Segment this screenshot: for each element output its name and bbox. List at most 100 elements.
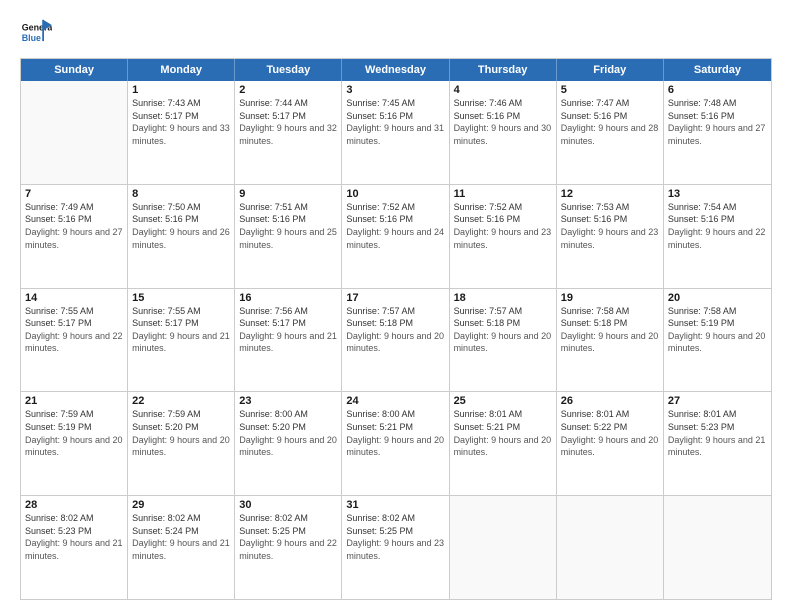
calendar-body: 1 Sunrise: 7:43 AMSunset: 5:17 PMDayligh… <box>21 81 771 599</box>
daylight-label: Daylight: 9 hours and 28 minutes. <box>561 123 659 146</box>
day-info: Sunrise: 8:00 AMSunset: 5:21 PMDaylight:… <box>346 408 444 458</box>
calendar-cell: 17 Sunrise: 7:57 AMSunset: 5:18 PMDaylig… <box>342 289 449 392</box>
day-number: 22 <box>132 395 230 407</box>
day-info: Sunrise: 7:44 AMSunset: 5:17 PMDaylight:… <box>239 97 337 147</box>
day-info: Sunrise: 7:59 AMSunset: 5:19 PMDaylight:… <box>25 408 123 458</box>
day-number: 30 <box>239 499 337 511</box>
day-number: 21 <box>25 395 123 407</box>
daylight-label: Daylight: 9 hours and 20 minutes. <box>668 331 766 354</box>
day-info: Sunrise: 8:02 AMSunset: 5:25 PMDaylight:… <box>239 512 337 562</box>
day-info: Sunrise: 7:45 AMSunset: 5:16 PMDaylight:… <box>346 97 444 147</box>
calendar-cell: 27 Sunrise: 8:01 AMSunset: 5:23 PMDaylig… <box>664 392 771 495</box>
day-info: Sunrise: 7:50 AMSunset: 5:16 PMDaylight:… <box>132 201 230 251</box>
day-number: 24 <box>346 395 444 407</box>
header-saturday: Saturday <box>664 59 771 81</box>
day-number: 19 <box>561 292 659 304</box>
day-info: Sunrise: 8:00 AMSunset: 5:20 PMDaylight:… <box>239 408 337 458</box>
calendar-cell: 10 Sunrise: 7:52 AMSunset: 5:16 PMDaylig… <box>342 185 449 288</box>
calendar-cell: 26 Sunrise: 8:01 AMSunset: 5:22 PMDaylig… <box>557 392 664 495</box>
svg-text:Blue: Blue <box>22 33 41 43</box>
calendar-cell: 25 Sunrise: 8:01 AMSunset: 5:21 PMDaylig… <box>450 392 557 495</box>
day-info: Sunrise: 7:57 AMSunset: 5:18 PMDaylight:… <box>454 305 552 355</box>
daylight-label: Daylight: 9 hours and 20 minutes. <box>454 435 552 458</box>
daylight-label: Daylight: 9 hours and 27 minutes. <box>668 123 766 146</box>
day-number: 15 <box>132 292 230 304</box>
daylight-label: Daylight: 9 hours and 21 minutes. <box>132 538 230 561</box>
day-info: Sunrise: 7:58 AMSunset: 5:18 PMDaylight:… <box>561 305 659 355</box>
calendar-cell: 8 Sunrise: 7:50 AMSunset: 5:16 PMDayligh… <box>128 185 235 288</box>
daylight-label: Daylight: 9 hours and 20 minutes. <box>346 331 444 354</box>
calendar-cell: 28 Sunrise: 8:02 AMSunset: 5:23 PMDaylig… <box>21 496 128 599</box>
day-number: 27 <box>668 395 767 407</box>
calendar-cell: 2 Sunrise: 7:44 AMSunset: 5:17 PMDayligh… <box>235 81 342 184</box>
calendar-cell: 5 Sunrise: 7:47 AMSunset: 5:16 PMDayligh… <box>557 81 664 184</box>
header-thursday: Thursday <box>450 59 557 81</box>
calendar-cell <box>557 496 664 599</box>
day-info: Sunrise: 7:46 AMSunset: 5:16 PMDaylight:… <box>454 97 552 147</box>
daylight-label: Daylight: 9 hours and 21 minutes. <box>25 538 123 561</box>
daylight-label: Daylight: 9 hours and 24 minutes. <box>346 227 444 250</box>
day-info: Sunrise: 7:54 AMSunset: 5:16 PMDaylight:… <box>668 201 767 251</box>
day-number: 17 <box>346 292 444 304</box>
day-info: Sunrise: 7:58 AMSunset: 5:19 PMDaylight:… <box>668 305 767 355</box>
calendar-cell <box>450 496 557 599</box>
header-wednesday: Wednesday <box>342 59 449 81</box>
day-info: Sunrise: 7:59 AMSunset: 5:20 PMDaylight:… <box>132 408 230 458</box>
calendar-cell: 19 Sunrise: 7:58 AMSunset: 5:18 PMDaylig… <box>557 289 664 392</box>
day-number: 10 <box>346 188 444 200</box>
daylight-label: Daylight: 9 hours and 22 minutes. <box>25 331 123 354</box>
day-number: 18 <box>454 292 552 304</box>
daylight-label: Daylight: 9 hours and 23 minutes. <box>454 227 552 250</box>
daylight-label: Daylight: 9 hours and 20 minutes. <box>346 435 444 458</box>
calendar-cell <box>664 496 771 599</box>
day-info: Sunrise: 7:57 AMSunset: 5:18 PMDaylight:… <box>346 305 444 355</box>
daylight-label: Daylight: 9 hours and 20 minutes. <box>25 435 123 458</box>
day-info: Sunrise: 8:01 AMSunset: 5:21 PMDaylight:… <box>454 408 552 458</box>
day-number: 9 <box>239 188 337 200</box>
header-sunday: Sunday <box>21 59 128 81</box>
day-number: 5 <box>561 84 659 96</box>
calendar-cell: 9 Sunrise: 7:51 AMSunset: 5:16 PMDayligh… <box>235 185 342 288</box>
calendar-cell: 3 Sunrise: 7:45 AMSunset: 5:16 PMDayligh… <box>342 81 449 184</box>
daylight-label: Daylight: 9 hours and 27 minutes. <box>25 227 123 250</box>
header-tuesday: Tuesday <box>235 59 342 81</box>
calendar-cell: 16 Sunrise: 7:56 AMSunset: 5:17 PMDaylig… <box>235 289 342 392</box>
day-info: Sunrise: 8:02 AMSunset: 5:23 PMDaylight:… <box>25 512 123 562</box>
calendar-cell: 6 Sunrise: 7:48 AMSunset: 5:16 PMDayligh… <box>664 81 771 184</box>
day-info: Sunrise: 7:55 AMSunset: 5:17 PMDaylight:… <box>132 305 230 355</box>
daylight-label: Daylight: 9 hours and 21 minutes. <box>239 331 337 354</box>
calendar-cell: 31 Sunrise: 8:02 AMSunset: 5:25 PMDaylig… <box>342 496 449 599</box>
day-info: Sunrise: 8:02 AMSunset: 5:24 PMDaylight:… <box>132 512 230 562</box>
day-number: 20 <box>668 292 767 304</box>
day-number: 28 <box>25 499 123 511</box>
logo: General Blue <box>20 18 52 50</box>
daylight-label: Daylight: 9 hours and 26 minutes. <box>132 227 230 250</box>
daylight-label: Daylight: 9 hours and 33 minutes. <box>132 123 230 146</box>
calendar-cell: 18 Sunrise: 7:57 AMSunset: 5:18 PMDaylig… <box>450 289 557 392</box>
calendar-cell <box>21 81 128 184</box>
day-info: Sunrise: 7:43 AMSunset: 5:17 PMDaylight:… <box>132 97 230 147</box>
day-info: Sunrise: 7:47 AMSunset: 5:16 PMDaylight:… <box>561 97 659 147</box>
calendar: Sunday Monday Tuesday Wednesday Thursday… <box>20 58 772 600</box>
daylight-label: Daylight: 9 hours and 30 minutes. <box>454 123 552 146</box>
daylight-label: Daylight: 9 hours and 22 minutes. <box>668 227 766 250</box>
page: General Blue Sunday Monday Tuesday Wedne… <box>0 0 792 612</box>
day-number: 25 <box>454 395 552 407</box>
calendar-cell: 1 Sunrise: 7:43 AMSunset: 5:17 PMDayligh… <box>128 81 235 184</box>
day-number: 14 <box>25 292 123 304</box>
logo-icon: General Blue <box>20 18 52 50</box>
calendar-row-2: 7 Sunrise: 7:49 AMSunset: 5:16 PMDayligh… <box>21 184 771 288</box>
day-info: Sunrise: 7:52 AMSunset: 5:16 PMDaylight:… <box>346 201 444 251</box>
calendar-header: Sunday Monday Tuesday Wednesday Thursday… <box>21 59 771 81</box>
daylight-label: Daylight: 9 hours and 23 minutes. <box>561 227 659 250</box>
daylight-label: Daylight: 9 hours and 21 minutes. <box>132 331 230 354</box>
day-number: 12 <box>561 188 659 200</box>
calendar-cell: 7 Sunrise: 7:49 AMSunset: 5:16 PMDayligh… <box>21 185 128 288</box>
daylight-label: Daylight: 9 hours and 25 minutes. <box>239 227 337 250</box>
calendar-cell: 15 Sunrise: 7:55 AMSunset: 5:17 PMDaylig… <box>128 289 235 392</box>
day-number: 29 <box>132 499 230 511</box>
day-number: 11 <box>454 188 552 200</box>
day-number: 2 <box>239 84 337 96</box>
daylight-label: Daylight: 9 hours and 20 minutes. <box>132 435 230 458</box>
daylight-label: Daylight: 9 hours and 21 minutes. <box>668 435 766 458</box>
